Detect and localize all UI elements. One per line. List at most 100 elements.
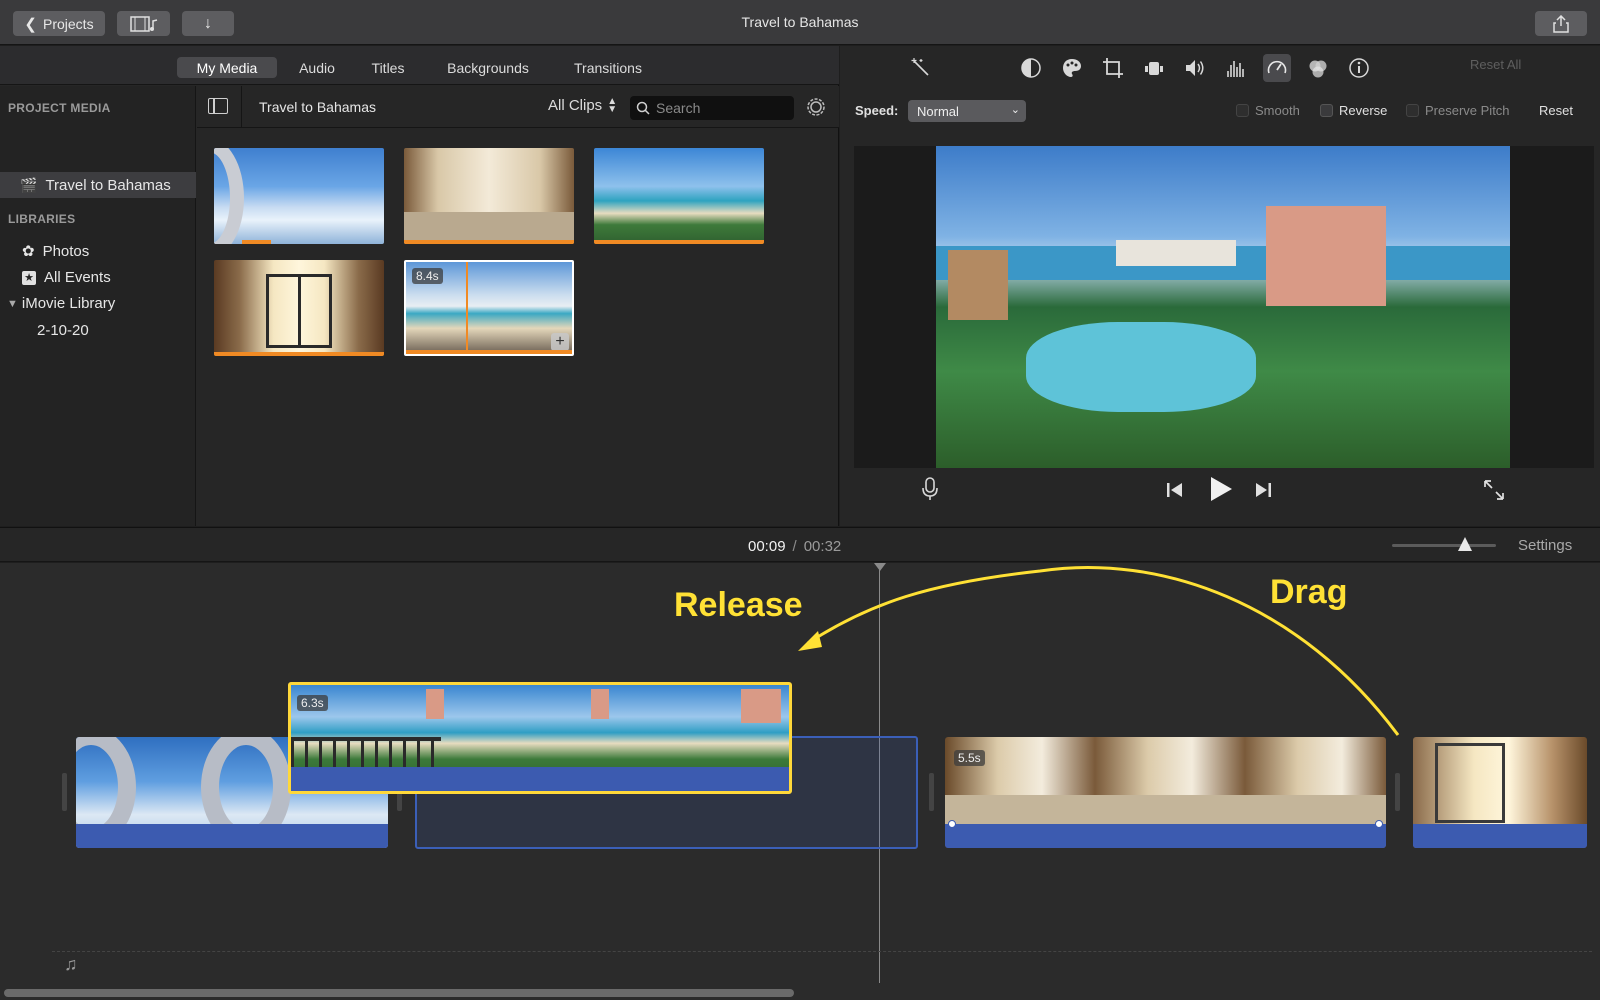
play-button[interactable] (1208, 474, 1234, 509)
skip-forward-button[interactable] (1253, 480, 1273, 505)
preview-buildings (1116, 240, 1236, 266)
crop-button[interactable] (1099, 54, 1127, 82)
checkbox-box (1236, 104, 1249, 117)
tab-backgrounds[interactable]: Backgrounds (436, 57, 540, 78)
checkbox-box (1406, 104, 1419, 117)
preview-area (854, 146, 1594, 468)
voiceover-button[interactable] (920, 476, 940, 507)
media-thumbnail[interactable] (214, 260, 384, 356)
reverse-checkbox[interactable]: Reverse (1320, 103, 1387, 118)
media-thumbnail[interactable] (404, 148, 574, 244)
video-preview[interactable] (936, 146, 1510, 468)
media-thumbnail[interactable] (594, 148, 764, 244)
speed-label: Speed: (855, 103, 899, 118)
play-icon (1211, 477, 1232, 501)
clips-filter-label: All Clips (548, 97, 603, 114)
projects-button[interactable]: ❮ Projects (13, 11, 105, 36)
browser-tabs: My Media Audio Titles Backgrounds Transi… (0, 46, 839, 85)
reset-button[interactable]: Reset (1539, 103, 1573, 118)
noise-reduction-button[interactable] (1222, 54, 1250, 82)
speed-button[interactable] (1263, 54, 1291, 82)
chevron-left-icon: ❮ (24, 15, 37, 33)
clips-filter[interactable]: All Clips ▲ ▼ (548, 95, 618, 115)
checkbox-label: Reverse (1339, 103, 1388, 118)
sidebar-item-label: Photos (42, 242, 90, 260)
timeline[interactable]: 5.5s 6.3s ♫ Release Drag (0, 563, 1600, 1000)
magic-wand-icon (911, 58, 929, 76)
share-button[interactable] (1535, 11, 1587, 36)
project-media-heading: PROJECT MEDIA (8, 101, 111, 115)
speaker-icon (1186, 60, 1204, 76)
browser-settings-button[interactable] (804, 95, 828, 124)
search-icon (636, 101, 650, 115)
sidebar-item-event[interactable]: 2-10-20 (37, 322, 89, 339)
time-separator: / (792, 538, 797, 555)
preserve-pitch-checkbox[interactable]: Preserve Pitch (1406, 103, 1510, 118)
media-thumbnail-selected[interactable]: 8.4s + (404, 260, 574, 356)
speed-value: Normal (917, 103, 959, 119)
add-clip-button[interactable]: + (551, 333, 569, 351)
libraries-heading: LIBRARIES (8, 212, 76, 226)
sidebar-item-label: All Events (44, 269, 111, 286)
sidebar-item-label: Travel to Bahamas (45, 177, 171, 194)
expand-icon (1484, 480, 1504, 500)
fullscreen-button[interactable] (1482, 478, 1506, 507)
plane-window-frame (214, 148, 244, 244)
tab-my-media[interactable]: My Media (177, 57, 277, 78)
clip-filter-button[interactable] (1304, 54, 1332, 82)
tab-titles[interactable]: Titles (360, 57, 416, 78)
flower-icon: ✿ (22, 243, 35, 260)
timeline-settings-button[interactable]: Settings (1518, 537, 1572, 554)
sidebar-toggle-button[interactable] (208, 98, 228, 114)
stabilization-button[interactable] (1140, 54, 1168, 82)
media-title: Travel to Bahamas (259, 99, 376, 115)
clip-info-button[interactable] (1345, 54, 1373, 82)
used-range-bar (406, 350, 572, 354)
preview-tower (1266, 206, 1386, 306)
sidebar-item-project[interactable]: 🎬 Travel to Bahamas (20, 177, 171, 194)
color-balance-button[interactable] (1017, 54, 1045, 82)
import-button[interactable]: ↓ (182, 11, 234, 36)
playhead-line (466, 262, 468, 354)
window-title: Travel to Bahamas (741, 14, 859, 30)
duration-badge: 8.4s (412, 268, 443, 284)
media-thumbnail[interactable] (214, 148, 384, 244)
tab-audio[interactable]: Audio (290, 57, 344, 78)
projects-label: Projects (43, 15, 94, 32)
microphone-icon (922, 477, 938, 500)
color-balance-icon (1021, 58, 1041, 78)
color-correction-button[interactable] (1058, 54, 1086, 82)
zoom-slider[interactable] (1392, 537, 1496, 551)
search-input[interactable]: Search (630, 96, 794, 120)
checkbox-box (1320, 104, 1333, 117)
sidebar-item-photos[interactable]: ✿ Photos (22, 242, 90, 261)
preview-tower-left (948, 250, 1008, 320)
release-annotation: Release (674, 586, 803, 624)
crop-icon (1103, 58, 1123, 78)
disclosure-triangle-icon[interactable]: ▼ (7, 298, 18, 310)
viewer-panel: Reset All Speed: Normal ⌄ Smooth Reverse… (840, 46, 1600, 526)
camera-icon (1145, 62, 1163, 75)
checkbox-label: Smooth (1255, 103, 1300, 118)
tab-transitions[interactable]: Transitions (562, 57, 654, 78)
smooth-checkbox[interactable]: Smooth (1236, 103, 1300, 118)
preview-pool (1026, 322, 1256, 412)
timecode: 00:09 / 00:32 (748, 538, 841, 555)
drag-annotation: Drag (1270, 573, 1348, 611)
speed-select[interactable]: Normal ⌄ (908, 100, 1026, 122)
used-range-bar (594, 240, 764, 244)
zoom-slider-thumb[interactable] (1458, 537, 1472, 551)
skip-back-button[interactable] (1165, 480, 1185, 505)
checkbox-label: Preserve Pitch (1425, 103, 1510, 118)
updown-chevron-icon: ▲ ▼ (607, 95, 618, 115)
enhance-button[interactable] (907, 54, 935, 82)
sidebar-item-imovie-library[interactable]: ▼ iMovie Library (7, 295, 115, 312)
reset-all-button[interactable]: Reset All (1470, 57, 1521, 72)
speedometer-icon (1267, 60, 1287, 74)
sidebar-item-all-events[interactable]: ★ All Events (22, 269, 111, 286)
volume-button[interactable] (1181, 54, 1209, 82)
used-range-bar (242, 240, 271, 244)
media-view-button[interactable] (117, 11, 170, 36)
equalizer-icon (1227, 61, 1244, 77)
chevron-down-icon: ⌄ (1010, 104, 1020, 116)
